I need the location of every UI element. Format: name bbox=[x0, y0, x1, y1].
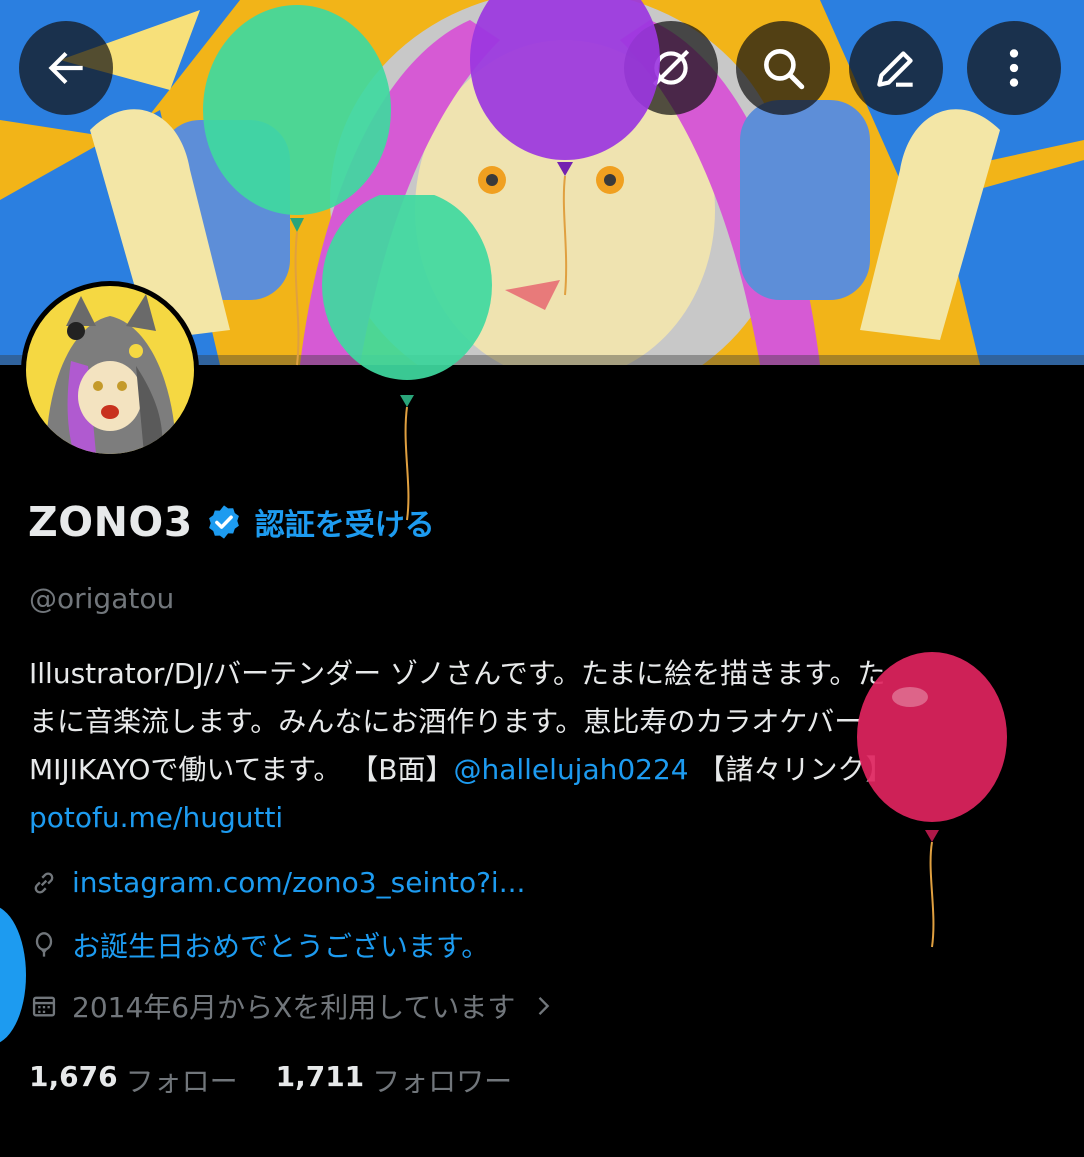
edit-button[interactable] bbox=[849, 21, 943, 115]
no-background-button[interactable] bbox=[624, 21, 718, 115]
search-button[interactable] bbox=[736, 21, 830, 115]
more-vertical-icon bbox=[1009, 49, 1019, 87]
bio-line: MIJIKAYOで働いてます。 【B面】@hallelujah0224 【諸々リ… bbox=[29, 746, 1019, 794]
bio-url-link[interactable]: potofu.me/hugutti bbox=[29, 794, 1019, 842]
link-icon bbox=[34, 871, 54, 894]
chevron-right-icon bbox=[539, 997, 550, 1015]
get-verified-link[interactable]: 認証を受ける bbox=[255, 500, 435, 544]
name-row: ZONO3 認証を受ける bbox=[28, 497, 435, 547]
following-stat[interactable]: 1,676 フォロー bbox=[29, 1060, 238, 1100]
bio-line: Illustrator/DJ/バーテンダー ゾノさんです。たまに絵を描きます。た bbox=[29, 657, 886, 690]
birthday-row: お誕生日おめでとうございます。 bbox=[30, 925, 489, 965]
user-handle: @origatou bbox=[29, 582, 175, 615]
arrow-left-icon bbox=[48, 51, 83, 85]
bio-line: まに音楽流します。みんなにお酒作ります。恵比寿のカラオケバー bbox=[29, 705, 863, 738]
no-background-icon bbox=[652, 49, 690, 87]
website-row[interactable]: instagram.com/zono3_seinto?i... bbox=[30, 866, 525, 899]
balloon-decoration bbox=[0, 907, 26, 1043]
joined-text: 2014年6月からXを利用しています bbox=[72, 991, 516, 1024]
more-options-button[interactable] bbox=[967, 21, 1061, 115]
following-label: フォロー bbox=[125, 1065, 238, 1098]
back-button[interactable] bbox=[19, 21, 113, 115]
followers-stat[interactable]: 1,711 フォロワー bbox=[276, 1060, 513, 1100]
birthday-text: お誕生日おめでとうございます。 bbox=[72, 930, 490, 963]
followers-count: 1,711 bbox=[275, 1060, 365, 1093]
avatar-image bbox=[26, 286, 194, 454]
follow-stats: 1,676 フォロー 1,711 フォロワー bbox=[29, 1060, 550, 1100]
profile-bio: Illustrator/DJ/バーテンダー ゾノさんです。たまに絵を描きます。た… bbox=[29, 650, 1019, 842]
website-link[interactable]: instagram.com/zono3_seinto?i... bbox=[72, 866, 525, 899]
bio-text: MIJIKAYOで働いてます。 【B面】 bbox=[29, 753, 454, 786]
display-name: ZONO3 bbox=[28, 498, 193, 546]
search-icon bbox=[764, 49, 805, 90]
bio-text: 【諸々リンク】 bbox=[688, 753, 894, 786]
profile-avatar[interactable] bbox=[21, 281, 199, 459]
joined-row[interactable]: 2014年6月からXを利用しています bbox=[30, 986, 557, 1026]
following-count: 1,676 bbox=[29, 1060, 118, 1093]
calendar-icon bbox=[32, 996, 56, 1017]
balloon-icon bbox=[35, 932, 53, 957]
edit-icon bbox=[877, 51, 913, 87]
verified-badge-icon[interactable] bbox=[205, 503, 243, 541]
bio-mention-link[interactable]: @hallelujah0224 bbox=[453, 753, 688, 786]
followers-label: フォロワー bbox=[372, 1065, 513, 1098]
